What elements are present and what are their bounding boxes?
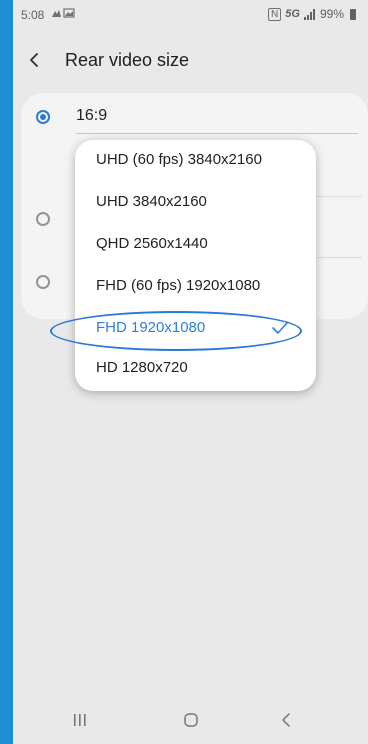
dropdown-item-uhd-60[interactable]: UHD (60 fps) 3840x2160 — [75, 142, 316, 178]
dropdown-item-label: FHD 1920x1080 — [96, 319, 206, 336]
dropdown-item-label: UHD 3840x2160 — [96, 193, 207, 210]
recents-button[interactable] — [66, 708, 94, 732]
back-button[interactable] — [23, 46, 47, 74]
home-icon — [184, 713, 198, 727]
option-underline — [76, 133, 358, 134]
status-bar: 5:08 N 5G 99% — [13, 0, 368, 30]
option-16-9[interactable]: 16:9 — [21, 97, 368, 137]
battery-icon — [350, 8, 356, 20]
page-title: Rear video size — [65, 50, 190, 70]
dropdown-item-qhd[interactable]: QHD 2560x1440 — [75, 226, 316, 262]
title-bar: Rear video size — [13, 40, 368, 80]
dropdown-item-fhd-60[interactable]: FHD (60 fps) 1920x1080 — [75, 268, 316, 304]
network-label: 5G — [285, 8, 300, 20]
notification-icons — [51, 7, 75, 22]
dropdown-item-label: UHD (60 fps) 3840x2160 — [96, 151, 262, 168]
phone-screen: 5:08 N 5G 99% Rear video size 16:9 UHD (… — [13, 0, 368, 744]
battery-percent: 99% — [319, 7, 344, 21]
dropdown-item-label: HD 1280x720 — [96, 359, 188, 376]
radio-16-9[interactable] — [36, 110, 50, 124]
dropdown-item-fhd[interactable]: FHD 1920x1080 — [75, 310, 316, 346]
dropdown-item-uhd[interactable]: UHD 3840x2160 — [75, 184, 316, 220]
radio-option-3[interactable] — [36, 275, 50, 289]
resolution-dropdown: UHD (60 fps) 3840x2160 UHD 3840x2160 QHD… — [75, 140, 316, 391]
status-time: 5:08 — [21, 8, 45, 22]
notification-icon — [52, 8, 75, 18]
signal-icon — [303, 8, 315, 20]
nfc-icon: N — [268, 7, 282, 21]
status-right: N 5G 99% — [268, 7, 356, 21]
home-button[interactable] — [177, 708, 205, 732]
option-label-16-9: 16:9 — [76, 107, 108, 124]
nav-back-button[interactable] — [273, 708, 301, 732]
dropdown-item-label: FHD (60 fps) 1920x1080 — [96, 277, 261, 294]
chevron-left-icon — [30, 53, 38, 67]
radio-option-2[interactable] — [36, 212, 50, 226]
check-icon — [272, 322, 288, 334]
back-icon — [282, 713, 290, 727]
recents-icon — [74, 714, 86, 726]
dropdown-item-hd[interactable]: HD 1280x720 — [75, 350, 316, 386]
dropdown-item-label: QHD 2560x1440 — [96, 235, 208, 252]
navigation-bar — [13, 698, 368, 744]
